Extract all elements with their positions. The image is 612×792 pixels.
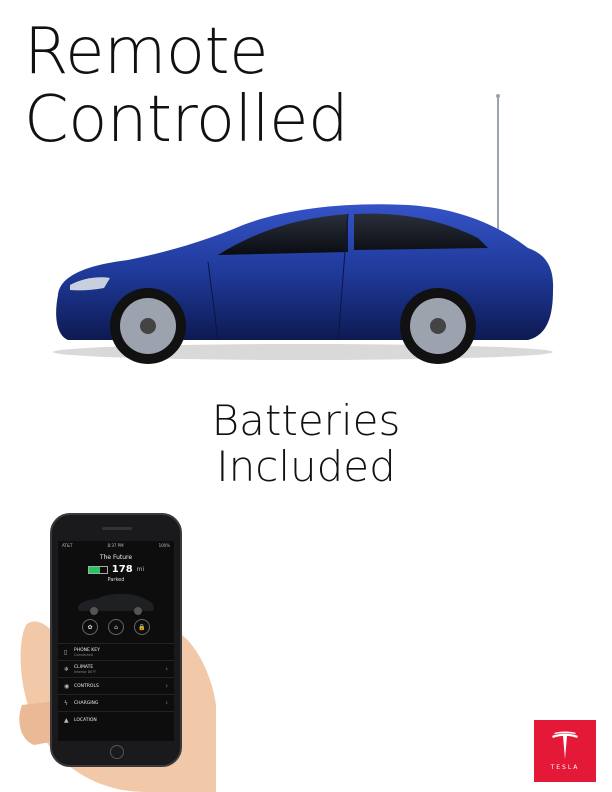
rear-wheel — [400, 288, 476, 364]
menu-item-controls[interactable]: ◉ CONTROLS › — [58, 677, 174, 694]
smartphone: AT&T 8:37 PM 100% The Future 178 mi Park… — [50, 513, 182, 767]
front-wheel — [110, 288, 186, 364]
tesla-wordmark: TESLA — [550, 764, 580, 771]
tagline-line-1: Batteries — [211, 396, 401, 445]
phone-screen: AT&T 8:37 PM 100% The Future 178 mi Park… — [58, 541, 174, 741]
menu-item-climate[interactable]: ❄ CLIMATE Interior 80°F › — [58, 660, 174, 677]
menu-label: LOCATION — [74, 717, 97, 723]
frunk-icon[interactable]: ⌂ — [108, 619, 124, 635]
quick-controls: ✿ ⌂ 🔒 — [58, 619, 174, 635]
carrier: AT&T — [62, 543, 73, 548]
chevron-right-icon: › — [165, 699, 168, 707]
menu-sublabel: Connected — [74, 652, 93, 657]
hand-holding-phone: AT&T 8:37 PM 100% The Future 178 mi Park… — [16, 505, 216, 792]
controls-icon: ◉ — [64, 682, 70, 690]
charging-icon: ϟ — [64, 699, 68, 707]
tagline: Batteries Included — [0, 398, 612, 490]
menu-label: CONTROLS — [74, 683, 99, 689]
phone-speaker — [102, 527, 132, 530]
range-display: 178 mi — [58, 564, 174, 575]
car-illustration — [53, 94, 554, 364]
chevron-right-icon: › — [165, 682, 168, 690]
car-state: Parked — [107, 577, 125, 583]
menu-item-charging[interactable]: ϟ CHARGING › — [58, 694, 174, 711]
battery-status: 100% — [158, 543, 170, 548]
battery-icon — [87, 565, 108, 574]
menu-label: CHARGING — [74, 700, 99, 706]
range-unit: mi — [136, 566, 145, 573]
chevron-right-icon: › — [165, 665, 168, 673]
menu-sublabel: Interior 80°F — [74, 669, 97, 674]
car-thumbnail — [78, 593, 154, 615]
location-icon: ▲ — [64, 716, 69, 724]
lock-icon[interactable]: 🔒 — [134, 619, 150, 635]
car-name: The Future — [99, 554, 133, 561]
home-button[interactable] — [110, 745, 124, 759]
tagline-line-2: Included — [216, 442, 396, 491]
status-bar: AT&T 8:37 PM 100% — [58, 541, 174, 550]
tesla-t-icon — [552, 731, 578, 759]
app-menu: ▯ PHONE KEY Connected ❄ CLIMATE Interior… — [58, 643, 174, 728]
climate-icon: ❄ — [64, 665, 70, 673]
headline-line-1: Remote — [24, 15, 268, 89]
range-value: 178 — [111, 564, 133, 575]
menu-item-phone-key[interactable]: ▯ PHONE KEY Connected — [58, 643, 174, 660]
phone-icon: ▯ — [64, 648, 68, 656]
tesla-logo: TESLA — [534, 720, 596, 782]
fan-icon[interactable]: ✿ — [82, 619, 98, 635]
menu-item-location[interactable]: ▲ LOCATION — [58, 711, 174, 728]
clock: 8:37 PM — [107, 543, 124, 548]
